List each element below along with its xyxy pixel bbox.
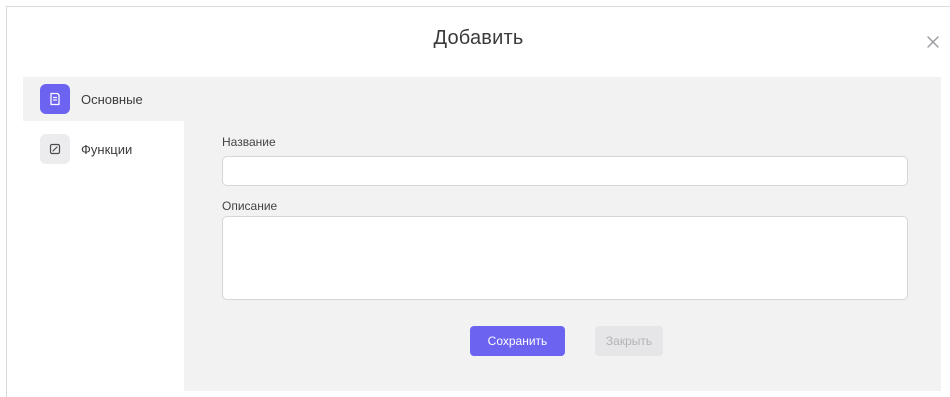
dialog-title: Добавить [433,27,524,49]
sidebar: Основные Функции [23,77,184,391]
sidebar-item-main[interactable]: Основные [23,77,184,121]
add-dialog: Добавить Основные Функции Название Описа… [6,6,950,397]
description-label: Описание [222,199,278,213]
dialog-body: Основные Функции Название Описание Сохра… [23,77,941,391]
close-icon[interactable] [924,33,942,51]
name-label: Название [222,135,276,149]
edit-icon [40,134,70,164]
sidebar-item-label: Основные [81,91,143,107]
sidebar-item-functions[interactable]: Функции [23,127,184,171]
save-button[interactable]: Сохранить [470,326,565,356]
form-panel: Название Описание Сохранить Закрыть [184,77,941,391]
close-button[interactable]: Закрыть [595,326,663,356]
sidebar-item-label: Функции [81,141,133,157]
document-icon [40,84,70,114]
name-input[interactable] [222,156,908,186]
description-textarea[interactable] [222,216,908,300]
